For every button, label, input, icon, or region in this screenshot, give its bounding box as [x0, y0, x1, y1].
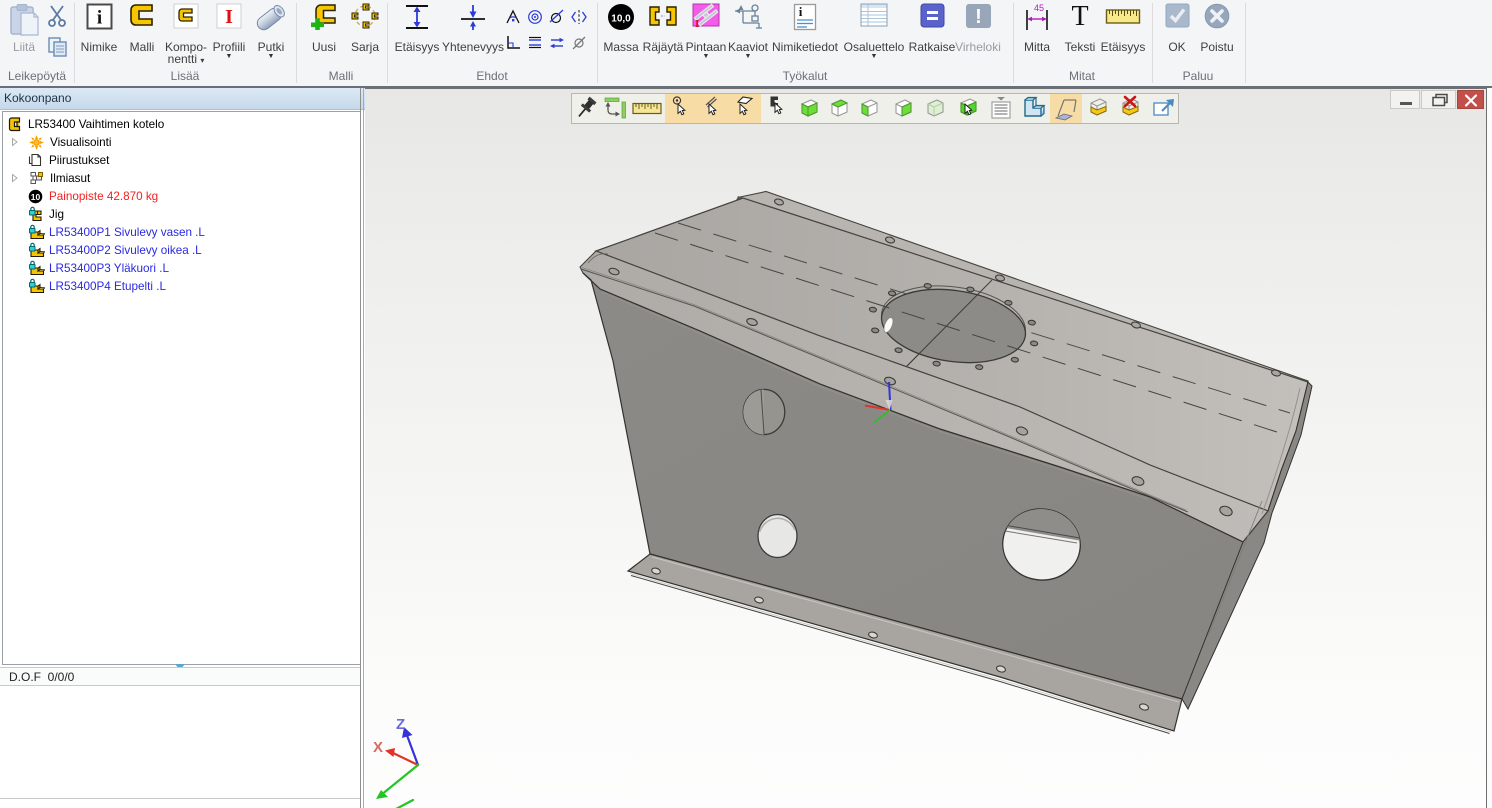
svg-text:T: T: [1071, 3, 1088, 29]
svg-text:10: 10: [31, 191, 41, 201]
svg-text:I: I: [225, 6, 233, 28]
svg-text:i: i: [96, 8, 101, 29]
svg-text:10,0: 10,0: [611, 14, 631, 25]
svg-text:i: i: [799, 4, 803, 19]
svg-text:Z: Z: [396, 716, 405, 733]
svg-text:X: X: [373, 739, 383, 756]
svg-text:!: !: [975, 6, 982, 28]
svg-text:45: 45: [1034, 3, 1044, 13]
svg-text:I: I: [695, 18, 699, 29]
